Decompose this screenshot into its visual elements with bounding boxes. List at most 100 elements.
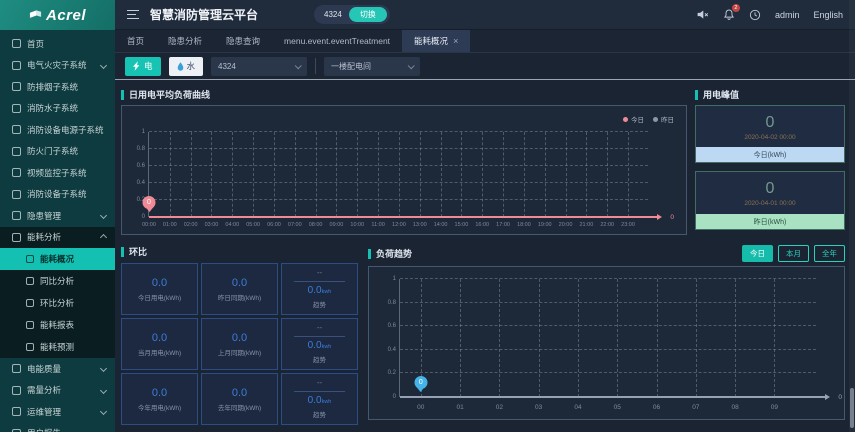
fraction-divider (294, 391, 345, 392)
room-select[interactable]: 一楼配电间 (324, 56, 421, 76)
sidebar-item-user-report[interactable]: 用户报告 (0, 423, 115, 432)
sidebar-item-label: 防火门子系统 (27, 146, 79, 157)
legend-item-today[interactable]: 今日 (623, 114, 644, 124)
title-accent-bar (121, 89, 124, 100)
switch-project-button[interactable]: 切换 (348, 7, 387, 22)
sidebar-item-fire-device[interactable]: 消防设备子系统 (0, 184, 115, 206)
sidebar-item-energy-report[interactable]: 能耗报表 (0, 314, 115, 336)
sidebar-item-fire-power[interactable]: 消防设备电源子系统 (0, 119, 115, 141)
y-tick-label: 0.8 (136, 146, 145, 152)
load-trend-title: 负荷趋势 (368, 247, 412, 260)
trend-stat-card: -- 0.0kwh 趋势 (281, 263, 358, 315)
sidebar-item-demand-analysis[interactable]: 需量分析 (0, 380, 115, 402)
list-icon (26, 255, 34, 263)
range-month-button[interactable]: 本月 (778, 245, 809, 262)
sidebar-item-electrical-fire[interactable]: 电气火灾子系统 (0, 55, 115, 77)
tab-hazard-query[interactable]: 隐患查询 (214, 30, 272, 52)
notification-count-badge: 2 (731, 4, 740, 12)
sidebar: Acrel 首页 电气火灾子系统 防排烟子系统 消防水子系统 消防设备电源子系统… (0, 0, 115, 432)
x-tick-label: 01:00 (162, 222, 177, 228)
scrollbar-thumb[interactable] (850, 388, 854, 428)
v-gridline (460, 279, 462, 397)
filter-bar: 电 水 4324 一楼配电间 (115, 53, 855, 80)
close-tab-icon[interactable]: × (453, 36, 458, 46)
brand-logo[interactable]: Acrel (0, 0, 115, 30)
v-gridline (577, 279, 579, 397)
x-tick-label: 04:00 (225, 222, 240, 228)
data-point-marker[interactable]: 0 (142, 196, 156, 209)
tab-event-treatment[interactable]: menu.event.eventTreatment (272, 30, 402, 52)
room-select-value: 一楼配电间 (331, 61, 372, 71)
clock-icon[interactable] (749, 9, 761, 21)
language-switch[interactable]: English (813, 10, 843, 20)
legend-item-yesterday[interactable]: 昨日 (653, 114, 674, 124)
electric-filter-button[interactable]: 电 (125, 56, 161, 76)
scrollbar-track[interactable] (849, 0, 855, 432)
forecast-icon (26, 343, 34, 351)
chevron-down-icon (99, 61, 108, 69)
sidebar-item-smoke-control[interactable]: 防排烟子系统 (0, 76, 115, 98)
x-axis (149, 214, 662, 220)
sidebar-item-label: 防排烟子系统 (27, 81, 79, 92)
legend-label: 今日 (631, 117, 644, 124)
sidebar-item-energy-forecast[interactable]: 能耗预测 (0, 336, 115, 358)
sidebar-item-fire-water[interactable]: 消防水子系统 (0, 98, 115, 120)
chevron-up-icon (99, 233, 108, 241)
fraction-divider (294, 281, 345, 282)
tab-energy-overview[interactable]: 能耗概况 × (402, 30, 471, 52)
user-menu[interactable]: admin (775, 10, 800, 20)
peak-label-today: 今日(kWh) (696, 147, 844, 162)
h-gridline (400, 301, 816, 303)
data-point-marker[interactable]: 0 (414, 376, 428, 389)
v-gridline (482, 132, 484, 217)
sidebar-item-label: 消防设备电源子系统 (27, 124, 104, 135)
sidebar-item-label: 能耗概况 (40, 254, 75, 264)
project-id-badge: 4324 (324, 10, 342, 19)
smoke-control-icon (12, 82, 21, 92)
stat-card: 0.0 去年同期(kWh) (201, 373, 278, 425)
stat-label: 昨日同期(kWh) (217, 294, 262, 302)
y-tick-label: 1 (392, 276, 396, 282)
sidebar-item-fire-door[interactable]: 防火门子系统 (0, 141, 115, 163)
range-today-button[interactable]: 今日 (742, 245, 773, 262)
trend-top-value: -- (316, 323, 323, 332)
sidebar-item-energy-analysis[interactable]: 能耗分析 (0, 227, 115, 249)
stat-label: 当月用电(kWh) (137, 349, 182, 357)
trend-range-buttons: 今日 本月 全年 (742, 245, 845, 262)
sidebar-item-label: 电能质量 (27, 363, 62, 374)
x-tick-label: 18:00 (517, 222, 531, 228)
top-bar: 智慧消防管理云平台 4324 切换 2 admin English (115, 0, 855, 30)
menu-toggle-icon[interactable] (127, 9, 139, 20)
electric-filter-label: 电 (144, 61, 153, 71)
sidebar-item-power-quality[interactable]: 电能质量 (0, 358, 115, 380)
sidebar-item-ops-mgmt[interactable]: 运维管理 (0, 401, 115, 423)
sidebar-item-yoy-analysis[interactable]: 同比分析 (0, 270, 115, 292)
sidebar-item-energy-overview[interactable]: 能耗概况 (0, 248, 115, 270)
hazard-icon (12, 211, 21, 221)
stat-value: 0.0 (151, 331, 168, 344)
sidebar-item-video-monitor[interactable]: 视频监控子系统 (0, 162, 115, 184)
stat-label: 今年用电(kWh) (137, 404, 182, 412)
water-filter-button[interactable]: 水 (168, 56, 204, 76)
project-switcher[interactable]: 4324 切换 (314, 5, 390, 24)
sidebar-item-mom-analysis[interactable]: 环比分析 (0, 292, 115, 314)
sidebar-item-hazard-mgmt[interactable]: 隐患管理 (0, 205, 115, 227)
tab-home[interactable]: 首页 (115, 30, 156, 52)
legend-dot-today (623, 116, 628, 122)
sidebar-item-label: 电气火灾子系统 (27, 60, 87, 71)
sidebar-nav: 首页 电气火灾子系统 防排烟子系统 消防水子系统 消防设备电源子系统 防火门子系… (0, 30, 115, 432)
project-select[interactable]: 4324 (211, 56, 308, 76)
legend-label: 昨日 (661, 117, 674, 124)
h-gridline (400, 278, 816, 279)
notification-bell-icon[interactable]: 2 (723, 4, 740, 21)
tab-hazard-analysis[interactable]: 隐患分析 (156, 30, 214, 52)
lightning-icon (133, 61, 140, 71)
legend-dot-yesterday (653, 116, 658, 122)
topbar-actions: 2 admin English (696, 4, 843, 21)
x-tick-label: 21:00 (579, 222, 594, 228)
x-tick-label: 10:00 (350, 222, 365, 228)
mute-speaker-icon[interactable] (696, 8, 709, 21)
sidebar-item-home[interactable]: 首页 (0, 33, 115, 55)
v-gridline (628, 132, 630, 217)
range-year-button[interactable]: 全年 (814, 245, 845, 262)
